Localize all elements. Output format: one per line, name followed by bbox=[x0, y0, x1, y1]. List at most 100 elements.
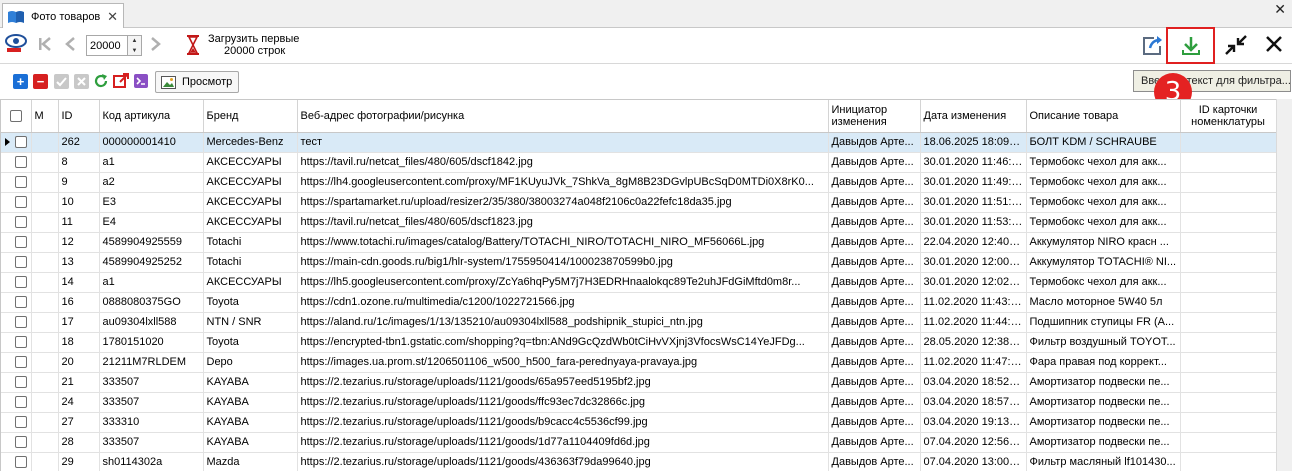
table-cell-m[interactable] bbox=[31, 432, 59, 453]
table-cell[interactable]: Давыдов Арте... bbox=[828, 252, 921, 273]
tab-photos[interactable]: Фото товаров ✕ bbox=[2, 3, 124, 29]
table-cell[interactable] bbox=[1180, 172, 1276, 193]
row-checkbox[interactable] bbox=[15, 295, 27, 308]
table-cell[interactable]: 12 bbox=[58, 232, 100, 253]
table-cell[interactable]: Давыдов Арте... bbox=[828, 192, 921, 213]
table-cell[interactable]: 30.01.2020 11:46:16 bbox=[920, 152, 1027, 173]
table-cell[interactable]: 4589904925252 bbox=[99, 252, 204, 273]
close-icon[interactable] bbox=[1265, 35, 1283, 53]
add-row-button[interactable]: + bbox=[13, 74, 28, 89]
table-cell[interactable] bbox=[1180, 332, 1276, 353]
table-cell[interactable]: sh0114302a bbox=[99, 452, 204, 471]
window-close-icon[interactable]: ✕ bbox=[1274, 1, 1286, 18]
row-selector[interactable] bbox=[1, 212, 32, 233]
row-checkbox[interactable] bbox=[15, 155, 27, 168]
table-cell[interactable]: 03.04.2020 19:13:08 bbox=[920, 412, 1027, 433]
table-cell[interactable] bbox=[1180, 192, 1276, 213]
column-header[interactable]: Дата изменения bbox=[920, 100, 1027, 133]
table-cell[interactable]: 21211M7RLDEM bbox=[99, 352, 204, 373]
row-checkbox[interactable] bbox=[15, 195, 27, 208]
table-cell[interactable] bbox=[1180, 392, 1276, 413]
table-cell[interactable]: au09304lxll588 bbox=[99, 312, 204, 333]
table-cell-m[interactable] bbox=[31, 232, 59, 253]
table-cell[interactable]: https://spartamarket.ru/upload/resizer2/… bbox=[297, 192, 829, 213]
table-cell[interactable]: https://2.tezarius.ru/storage/uploads/11… bbox=[297, 372, 829, 393]
table-cell[interactable]: a1 bbox=[99, 152, 204, 173]
row-checkbox[interactable] bbox=[15, 175, 27, 188]
stepper-up-icon[interactable]: ▲ bbox=[128, 36, 141, 46]
table-cell[interactable]: тест bbox=[297, 132, 829, 153]
prev-page-icon[interactable] bbox=[64, 36, 76, 52]
table-row[interactable]: 18 1780151020 Toyota https://encrypted-tbn1… bbox=[1, 332, 1276, 353]
table-cell[interactable]: Масло моторное 5W40 5л bbox=[1026, 292, 1181, 313]
table-cell[interactable]: 333310 bbox=[99, 412, 204, 433]
table-cell[interactable]: БОЛТ KDM / SCHRAUBE bbox=[1026, 132, 1181, 153]
table-cell[interactable]: 262 bbox=[58, 132, 100, 153]
table-row[interactable]: 16 0888080375GO Toyota https://cdn1.ozone.r… bbox=[1, 292, 1276, 313]
view-button[interactable]: Просмотр bbox=[155, 71, 239, 93]
table-cell[interactable]: Давыдов Арте... bbox=[828, 152, 921, 173]
table-cell-m[interactable] bbox=[31, 172, 59, 193]
row-selector[interactable] bbox=[1, 352, 32, 373]
hourglass-icon[interactable] bbox=[186, 34, 200, 56]
table-cell[interactable]: https://2.tezarius.ru/storage/uploads/11… bbox=[297, 452, 829, 471]
table-cell-m[interactable] bbox=[31, 212, 59, 233]
table-cell-m[interactable] bbox=[31, 132, 59, 153]
table-cell[interactable]: KAYABA bbox=[203, 372, 298, 393]
table-cell[interactable]: 11.02.2020 11:43:21 bbox=[920, 292, 1027, 313]
table-cell[interactable]: KAYABA bbox=[203, 412, 298, 433]
table-cell[interactable]: 30.01.2020 12:02:53 bbox=[920, 272, 1027, 293]
table-cell[interactable]: 03.04.2020 18:52:15 bbox=[920, 372, 1027, 393]
table-cell[interactable]: Фильтр масляный lf101430... bbox=[1026, 452, 1181, 471]
column-header[interactable]: Веб-адрес фотографии/рисунка bbox=[297, 100, 829, 133]
table-cell[interactable]: https://tavil.ru/netcat_files/480/605/ds… bbox=[297, 152, 829, 173]
page-size-input[interactable] bbox=[86, 35, 128, 56]
row-checkbox[interactable] bbox=[15, 275, 27, 288]
table-cell[interactable] bbox=[1180, 152, 1276, 173]
tab-close-icon[interactable]: ✕ bbox=[107, 9, 118, 25]
table-cell[interactable]: Термобокс чехол для акк... bbox=[1026, 152, 1181, 173]
row-checkbox[interactable] bbox=[15, 235, 27, 248]
table-cell[interactable] bbox=[1180, 312, 1276, 333]
table-cell[interactable]: 03.04.2020 18:57:25 bbox=[920, 392, 1027, 413]
table-cell[interactable]: 30.01.2020 11:53:48 bbox=[920, 212, 1027, 233]
table-cell[interactable]: https://www.totachi.ru/images/catalog/Ba… bbox=[297, 232, 829, 253]
table-cell[interactable]: Depo bbox=[203, 352, 298, 373]
column-header[interactable]: ID карточки номенклатуры bbox=[1180, 100, 1276, 133]
table-cell[interactable]: Давыдов Арте... bbox=[828, 432, 921, 453]
table-cell[interactable]: 9 bbox=[58, 172, 100, 193]
select-all-header[interactable] bbox=[1, 100, 32, 133]
table-cell[interactable]: 11.02.2020 11:47:47 bbox=[920, 352, 1027, 373]
table-cell[interactable] bbox=[1180, 232, 1276, 253]
table-cell[interactable]: https://main-cdn.goods.ru/big1/hlr-syste… bbox=[297, 252, 829, 273]
row-selector[interactable] bbox=[1, 152, 32, 173]
row-checkbox[interactable] bbox=[15, 215, 27, 228]
table-cell[interactable]: a2 bbox=[99, 172, 204, 193]
table-cell[interactable]: 30.01.2020 12:00:28 bbox=[920, 252, 1027, 273]
download-button[interactable] bbox=[1166, 27, 1215, 64]
table-cell[interactable]: 0888080375GO bbox=[99, 292, 204, 313]
table-cell[interactable]: Аккумулятор TOTACHI® NI... bbox=[1026, 252, 1181, 273]
row-checkbox[interactable] bbox=[15, 315, 27, 328]
table-cell[interactable]: Давыдов Арте... bbox=[828, 392, 921, 413]
table-cell[interactable]: АКСЕССУАРЫ bbox=[203, 152, 298, 173]
table-cell[interactable]: Давыдов Арте... bbox=[828, 232, 921, 253]
table-cell-m[interactable] bbox=[31, 192, 59, 213]
table-cell[interactable]: 21 bbox=[58, 372, 100, 393]
row-checkbox[interactable] bbox=[15, 135, 27, 148]
table-cell[interactable] bbox=[1180, 252, 1276, 273]
row-selector[interactable] bbox=[1, 312, 32, 333]
eye-icon[interactable] bbox=[5, 32, 29, 58]
table-cell[interactable]: 11.02.2020 11:44:10 bbox=[920, 312, 1027, 333]
table-cell[interactable] bbox=[1180, 212, 1276, 233]
table-cell[interactable]: 22.04.2020 12:40:52 bbox=[920, 232, 1027, 253]
table-cell[interactable]: 000000001410 bbox=[99, 132, 204, 153]
table-cell[interactable]: 20 bbox=[58, 352, 100, 373]
row-checkbox[interactable] bbox=[15, 255, 27, 268]
table-cell[interactable]: 4589904925559 bbox=[99, 232, 204, 253]
table-cell-m[interactable] bbox=[31, 332, 59, 353]
row-selector[interactable] bbox=[1, 232, 32, 253]
table-cell[interactable]: 17 bbox=[58, 312, 100, 333]
table-row[interactable]: 8 a1 АКСЕССУАРЫ https://tavil.ru/netcat_fil… bbox=[1, 152, 1276, 173]
table-cell[interactable]: Подшипник ступицы FR (A... bbox=[1026, 312, 1181, 333]
